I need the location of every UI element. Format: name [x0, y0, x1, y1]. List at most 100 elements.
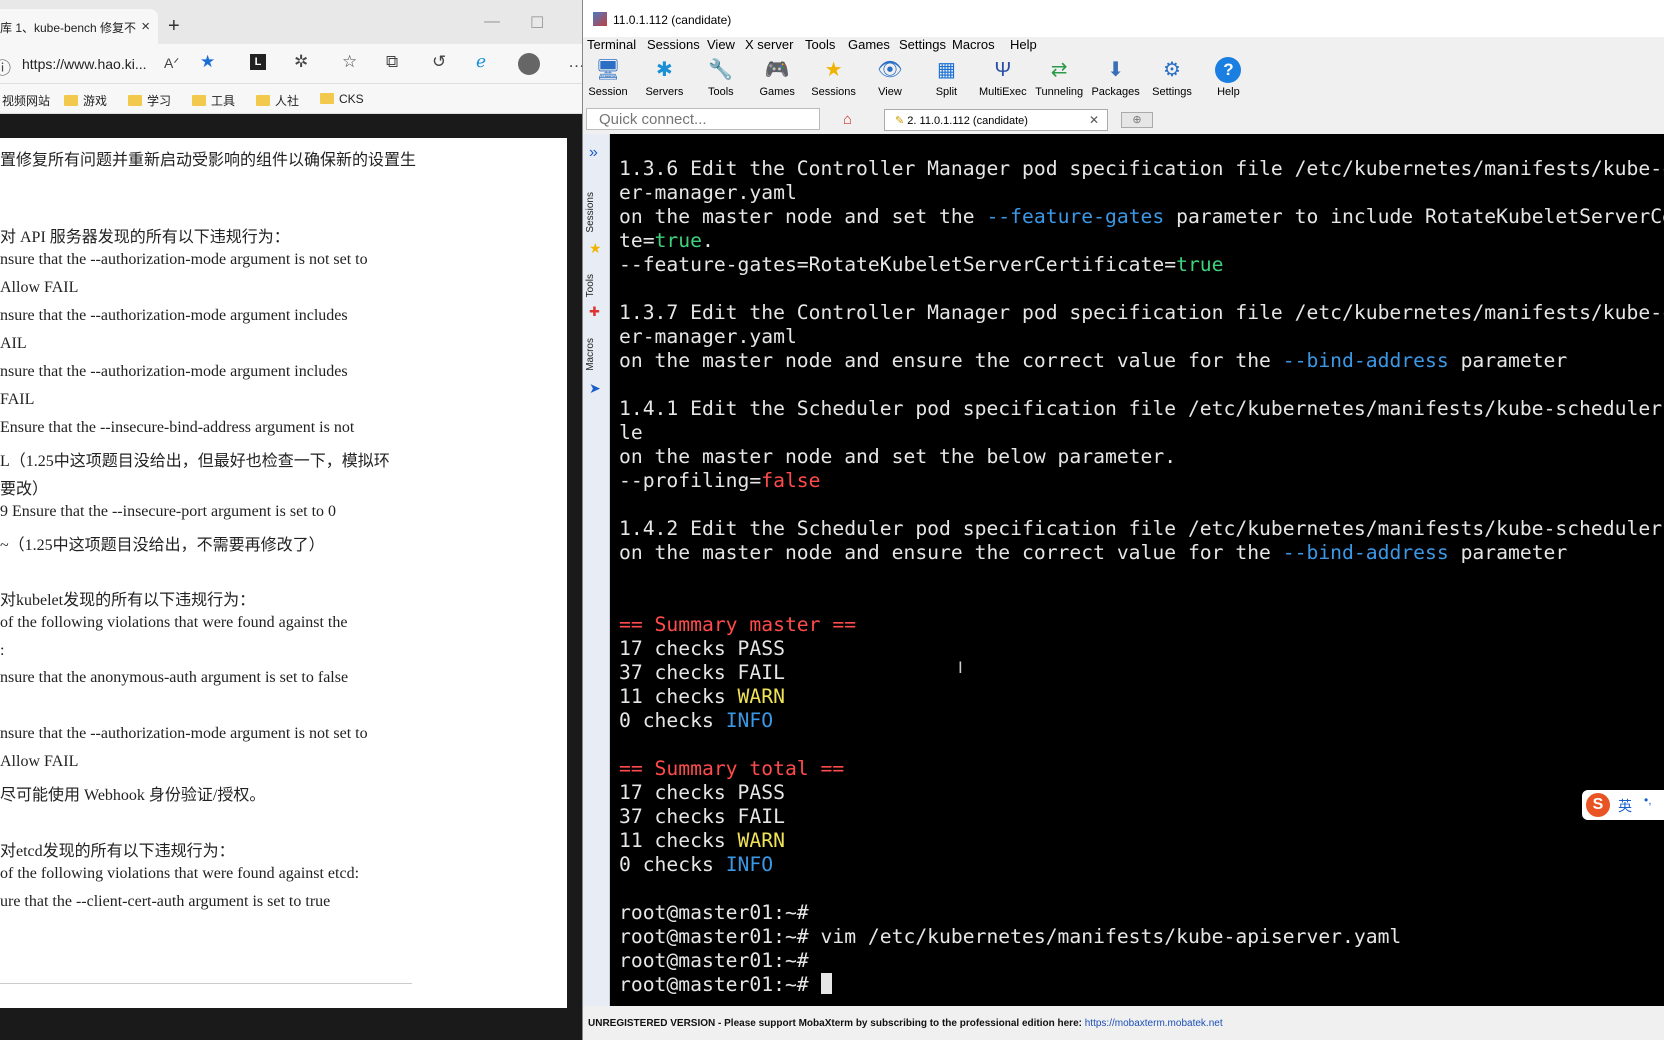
- collections-icon[interactable]: ⧉: [386, 52, 398, 72]
- terminal-line: 11 checks WARN: [619, 829, 785, 853]
- bookmark-item[interactable]: 视频网站: [2, 92, 50, 109]
- doc-line: 置修复所有问题并重新启动受影响的组件以确保新的设置生: [0, 152, 417, 169]
- doc-line: Allow FAIL: [0, 753, 79, 770]
- terminal-text: == Summary total ==: [619, 757, 845, 780]
- toolbar-label: View: [878, 86, 902, 98]
- terminal-text: WARN: [737, 829, 785, 852]
- bookmark-folder[interactable]: 工具: [192, 92, 235, 109]
- terminal-text: --bind-address: [1282, 541, 1449, 564]
- sidebar-tab-tools[interactable]: Tools: [585, 274, 596, 297]
- toolbar-tools-button[interactable]: 🔧 Tools: [693, 57, 749, 98]
- toolbar-view-button[interactable]: 👁 View: [862, 57, 918, 98]
- toolbar-split-button[interactable]: ▦ Split: [918, 57, 974, 98]
- side-panel: » Sessions ★ Tools ✚ Macros ➤: [583, 134, 610, 1006]
- view-icon: 👁: [877, 59, 903, 81]
- bookmark-folder[interactable]: CKS: [320, 92, 364, 106]
- macros-send-icon: ➤: [589, 380, 601, 396]
- toolbar-label: Split: [935, 86, 958, 98]
- folder-icon: [128, 95, 142, 106]
- menu-item-terminal[interactable]: Terminal: [587, 37, 636, 52]
- toolbar-games-button[interactable]: 🎮 Games: [749, 57, 805, 98]
- toolbar-multiexec-button[interactable]: Ψ MultiExec: [975, 57, 1031, 98]
- terminal-line: 1.3.6 Edit the Controller Manager pod sp…: [619, 157, 1664, 181]
- sogou-icon: S: [1586, 793, 1610, 817]
- close-session-icon[interactable]: ✕: [1089, 113, 1099, 127]
- menu-item-help[interactable]: Help: [1010, 37, 1037, 52]
- favorite-star-icon[interactable]: ★: [200, 52, 215, 72]
- terminal-text: 1.3.6 Edit the Controller Manager pod sp…: [619, 157, 1664, 180]
- terminal-text: te=: [619, 229, 655, 252]
- terminal-text: --profiling=: [619, 469, 762, 492]
- terminal-text: 1.4.2 Edit the Scheduler pod specificati…: [619, 517, 1664, 540]
- menu-item-macros[interactable]: Macros: [952, 37, 995, 52]
- toolbar-session-button[interactable]: 🖥 Session: [580, 57, 636, 98]
- tunneling-icon: ⇄: [1050, 59, 1068, 81]
- maximize-icon[interactable]: ☐: [530, 13, 544, 33]
- toolbar-help-button[interactable]: ? Help: [1200, 57, 1256, 98]
- terminal-line: root@master01:~# vim /etc/kubernetes/man…: [619, 925, 1401, 949]
- terminal-line: 0 checks INFO: [619, 709, 773, 733]
- extensions-puzzle-icon[interactable]: ✲: [294, 52, 308, 72]
- minimize-icon[interactable]: —: [484, 13, 500, 31]
- terminal-text: root@master01:~#: [619, 949, 809, 972]
- menu-item-sessions[interactable]: Sessions: [647, 37, 700, 52]
- toolbar-packages-button[interactable]: ⬇ Packages: [1088, 57, 1144, 98]
- terminal-text: 1.4.1 Edit the Scheduler pod specificati…: [619, 397, 1664, 420]
- status-link[interactable]: https://mobaxterm.mobatek.net: [1085, 1018, 1223, 1029]
- terminal-text: parameter: [1448, 541, 1568, 564]
- menu-item-games[interactable]: Games: [848, 37, 890, 52]
- toolbar-label: Settings: [1152, 86, 1192, 98]
- terminal-text: root@master01:~# vim /etc/kubernetes/man…: [619, 925, 1402, 948]
- toolbar-sessions-button[interactable]: ★ Sessions: [806, 57, 862, 98]
- expand-sidebar-icon[interactable]: »: [589, 144, 598, 162]
- new-tab-button[interactable]: +: [168, 15, 180, 38]
- home-tab-icon[interactable]: ⌂: [843, 111, 852, 128]
- bookmark-folder[interactable]: 学习: [128, 92, 171, 109]
- ime-indicator[interactable]: S 英 •,: [1582, 790, 1664, 820]
- sidebar-tab-sessions[interactable]: Sessions: [585, 192, 596, 233]
- doc-line: nsure that the --authorization-mode argu…: [0, 251, 368, 268]
- doc-line: 9 Ensure that the --insecure-port argume…: [0, 503, 337, 520]
- bookmark-folder[interactable]: 人社: [256, 92, 299, 109]
- menu-item-x-server[interactable]: X server: [745, 37, 793, 52]
- punct-icon: •,: [1644, 793, 1652, 807]
- extension-icon[interactable]: L: [250, 54, 266, 70]
- menu-bar: Terminal Sessions View X server Tools Games Se…: [583, 37, 1664, 55]
- bookmark-folder[interactable]: 游戏: [64, 92, 107, 109]
- address-bar[interactable]: https://www.hao.ki...: [22, 56, 147, 72]
- history-icon[interactable]: ↺: [432, 52, 446, 72]
- terminal[interactable]: I 1.3.6 Edit the Controller Manager pod …: [610, 134, 1664, 1006]
- toolbar-servers-button[interactable]: ✱ Servers: [636, 57, 692, 98]
- toolbar-settings-button[interactable]: ⚙ Settings: [1144, 57, 1200, 98]
- menu-item-view[interactable]: View: [707, 37, 735, 52]
- info-icon[interactable]: ⓘ: [0, 54, 11, 79]
- terminal-line: == Summary master ==: [619, 613, 856, 637]
- menu-item-tools[interactable]: Tools: [805, 37, 835, 52]
- doc-line: Ensure that the --insecure-bind-address …: [0, 419, 355, 436]
- close-tab-icon[interactable]: ×: [141, 18, 150, 35]
- new-tab-plus-icon[interactable]: ⊕: [1121, 112, 1153, 128]
- doc-line: L（1.25中这项题目没给出，但最好也检查一下，模拟环: [0, 453, 390, 470]
- doc-line: 对kubelet发现的所有以下违规行为：: [0, 592, 256, 609]
- profile-avatar[interactable]: [518, 53, 540, 75]
- doc-line: 对 API 服务器发现的所有以下违规行为：: [0, 229, 290, 246]
- terminal-tab-icon: ✎: [895, 115, 908, 127]
- edge-icon[interactable]: ℯ: [476, 52, 486, 72]
- browser-tab[interactable]: 库 1、kube-bench 修复不 ×: [0, 9, 158, 44]
- terminal-text: 37 checks FAIL: [619, 661, 785, 684]
- divider: [0, 983, 412, 984]
- folder-icon: [320, 93, 334, 104]
- favorites-icon[interactable]: ☆: [342, 52, 357, 72]
- terminal-text: on the master node and ensure the correc…: [619, 349, 1283, 372]
- terminal-line: root@master01:~#: [619, 973, 832, 997]
- read-aloud-icon[interactable]: Aᐟ: [164, 55, 179, 72]
- quick-connect-input[interactable]: [586, 108, 820, 130]
- doc-line: nsure that the anonymous-auth argument i…: [0, 669, 349, 686]
- toolbar-tunneling-button[interactable]: ⇄ Tunneling: [1031, 57, 1087, 98]
- session-tab[interactable]: ✎ 2. 11.0.1.112 (candidate) ✕: [884, 109, 1108, 131]
- terminal-text: 17 checks PASS: [619, 781, 785, 804]
- toolbar-label: Servers: [645, 86, 684, 98]
- sidebar-tab-macros[interactable]: Macros: [585, 338, 596, 371]
- menu-item-settings[interactable]: Settings: [899, 37, 946, 52]
- terminal-line: on the master node and set the below par…: [619, 445, 1176, 469]
